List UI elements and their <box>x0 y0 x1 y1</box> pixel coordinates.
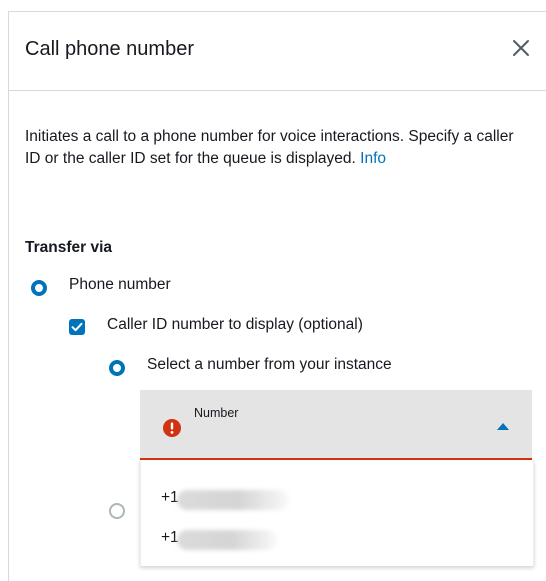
caret-up-icon <box>497 423 509 430</box>
panel-header: Call phone number <box>9 12 546 91</box>
redacted-number-mask <box>177 490 289 510</box>
info-link[interactable]: Info <box>360 150 386 167</box>
number-option-value: +1 <box>161 489 179 506</box>
caller-id-label: Caller ID number to display (optional) <box>107 316 363 333</box>
other-caller-id-radio[interactable] <box>109 503 125 519</box>
number-select[interactable]: Number <box>140 390 532 460</box>
error-icon <box>163 419 181 437</box>
close-icon[interactable] <box>511 38 531 58</box>
instance-number-radio[interactable] <box>109 360 125 376</box>
number-option[interactable]: +1 <box>141 478 533 518</box>
number-select-label: Number <box>194 406 239 420</box>
instance-number-label: Select a number from your instance <box>147 356 392 373</box>
description-text: Initiates a call to a phone number for v… <box>25 128 514 167</box>
caller-id-checkbox[interactable] <box>69 319 85 335</box>
panel-title: Call phone number <box>25 38 194 60</box>
checkmark-icon <box>71 322 83 332</box>
number-dropdown-menu: +1 +1 <box>140 460 534 566</box>
redacted-number-mask <box>177 530 277 550</box>
panel-description: Initiates a call to a phone number for v… <box>25 126 525 170</box>
phone-number-radio[interactable] <box>31 280 47 296</box>
number-option[interactable]: +1 <box>141 518 533 558</box>
phone-number-label: Phone number <box>69 276 171 293</box>
number-option-value: +1 <box>161 529 179 546</box>
call-phone-number-panel: Call phone number Initiates a call to a … <box>8 11 546 581</box>
transfer-via-label: Transfer via <box>25 239 113 256</box>
